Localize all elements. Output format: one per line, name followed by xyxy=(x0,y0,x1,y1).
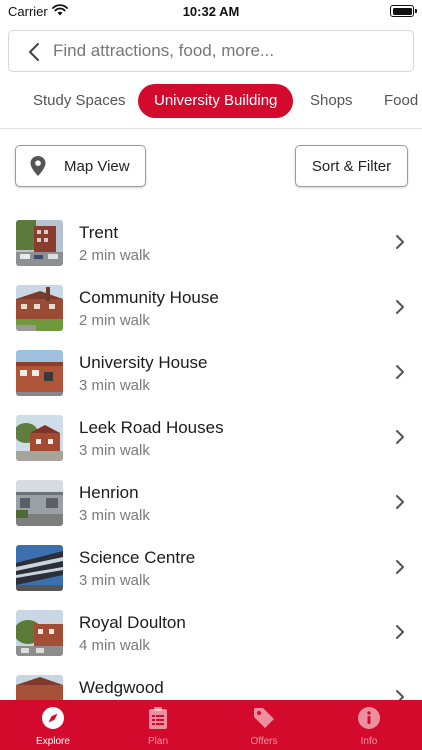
walk-time: 3 min walk xyxy=(79,572,150,589)
clipboard-icon xyxy=(149,707,167,729)
place-thumbnail xyxy=(16,285,63,331)
map-view-button[interactable]: Map View xyxy=(15,145,146,187)
place-name: Science Centre xyxy=(79,548,196,567)
place-name: Trent xyxy=(79,223,119,242)
category-chip-food[interactable]: Food xyxy=(368,84,422,118)
chevron-right-icon xyxy=(396,495,404,509)
back-arrow-icon[interactable] xyxy=(25,42,45,62)
tab-bar: Explore Plan Offers Info xyxy=(0,700,422,750)
tab-info[interactable]: Info xyxy=(316,700,422,750)
status-bar: Carrier 10:32 AM xyxy=(0,0,422,24)
category-chip-shops[interactable]: Shops xyxy=(294,84,369,118)
chevron-right-icon xyxy=(396,560,404,574)
place-thumbnail xyxy=(16,415,63,461)
walk-time: 3 min walk xyxy=(79,507,150,524)
place-thumbnail xyxy=(16,220,63,266)
category-tabs: Study Spaces University Building Shops F… xyxy=(0,84,422,118)
chevron-right-icon xyxy=(396,235,404,249)
tab-plan-label: Plan xyxy=(147,736,168,747)
list-item[interactable]: Leek Road Houses 3 min walk xyxy=(0,405,422,470)
list-item[interactable]: Community House 2 min walk xyxy=(0,275,422,340)
list-item[interactable]: University House 3 min walk xyxy=(0,340,422,405)
category-chip-study-spaces[interactable]: Study Spaces xyxy=(17,84,142,118)
chevron-right-icon xyxy=(396,365,404,379)
walk-time: 2 min walk xyxy=(79,247,150,264)
place-name: Wedgwood xyxy=(79,678,164,697)
category-chip-university-building[interactable]: University Building xyxy=(138,84,294,118)
list-item[interactable]: Science Centre 3 min walk xyxy=(0,535,422,600)
chevron-right-icon xyxy=(396,625,404,639)
tab-explore-label: Explore xyxy=(36,736,70,747)
walk-time: 4 min walk xyxy=(79,637,150,654)
walk-time: 2 min walk xyxy=(79,312,150,329)
place-thumbnail xyxy=(16,480,63,526)
tab-info-label: Info xyxy=(360,736,378,747)
map-view-label: Map View xyxy=(64,157,130,175)
list-item[interactable]: Henrion 3 min walk xyxy=(0,470,422,535)
place-name: Henrion xyxy=(79,483,139,502)
map-pin-icon xyxy=(30,156,46,176)
chevron-right-icon xyxy=(396,430,404,444)
tab-offers[interactable]: Offers xyxy=(211,700,317,750)
tab-offers-label: Offers xyxy=(250,736,278,747)
tab-explore[interactable]: Explore xyxy=(0,700,106,750)
search-input[interactable] xyxy=(53,31,403,71)
place-name: Leek Road Houses xyxy=(79,418,224,437)
sort-filter-button[interactable]: Sort & Filter xyxy=(295,145,408,187)
place-name: Royal Doulton xyxy=(79,613,186,632)
place-thumbnail xyxy=(16,350,63,396)
search-bar xyxy=(8,30,414,72)
sort-filter-label: Sort & Filter xyxy=(311,157,392,175)
header-divider xyxy=(0,128,422,129)
compass-icon xyxy=(42,707,64,729)
place-name: Community House xyxy=(79,288,219,307)
chevron-right-icon xyxy=(396,300,404,314)
info-icon xyxy=(358,707,380,729)
battery-icon xyxy=(390,5,417,17)
tag-icon xyxy=(254,708,274,728)
clock: 10:32 AM xyxy=(182,4,240,19)
walk-time: 3 min walk xyxy=(79,442,150,459)
list-item[interactable]: Trent 2 min walk xyxy=(0,210,422,275)
walk-time: 3 min walk xyxy=(79,377,150,394)
place-thumbnail xyxy=(16,610,63,656)
list-item[interactable]: Royal Doulton 4 min walk xyxy=(0,600,422,665)
place-thumbnail xyxy=(16,545,63,591)
place-name: University House xyxy=(79,353,208,372)
tab-plan[interactable]: Plan xyxy=(105,700,211,750)
